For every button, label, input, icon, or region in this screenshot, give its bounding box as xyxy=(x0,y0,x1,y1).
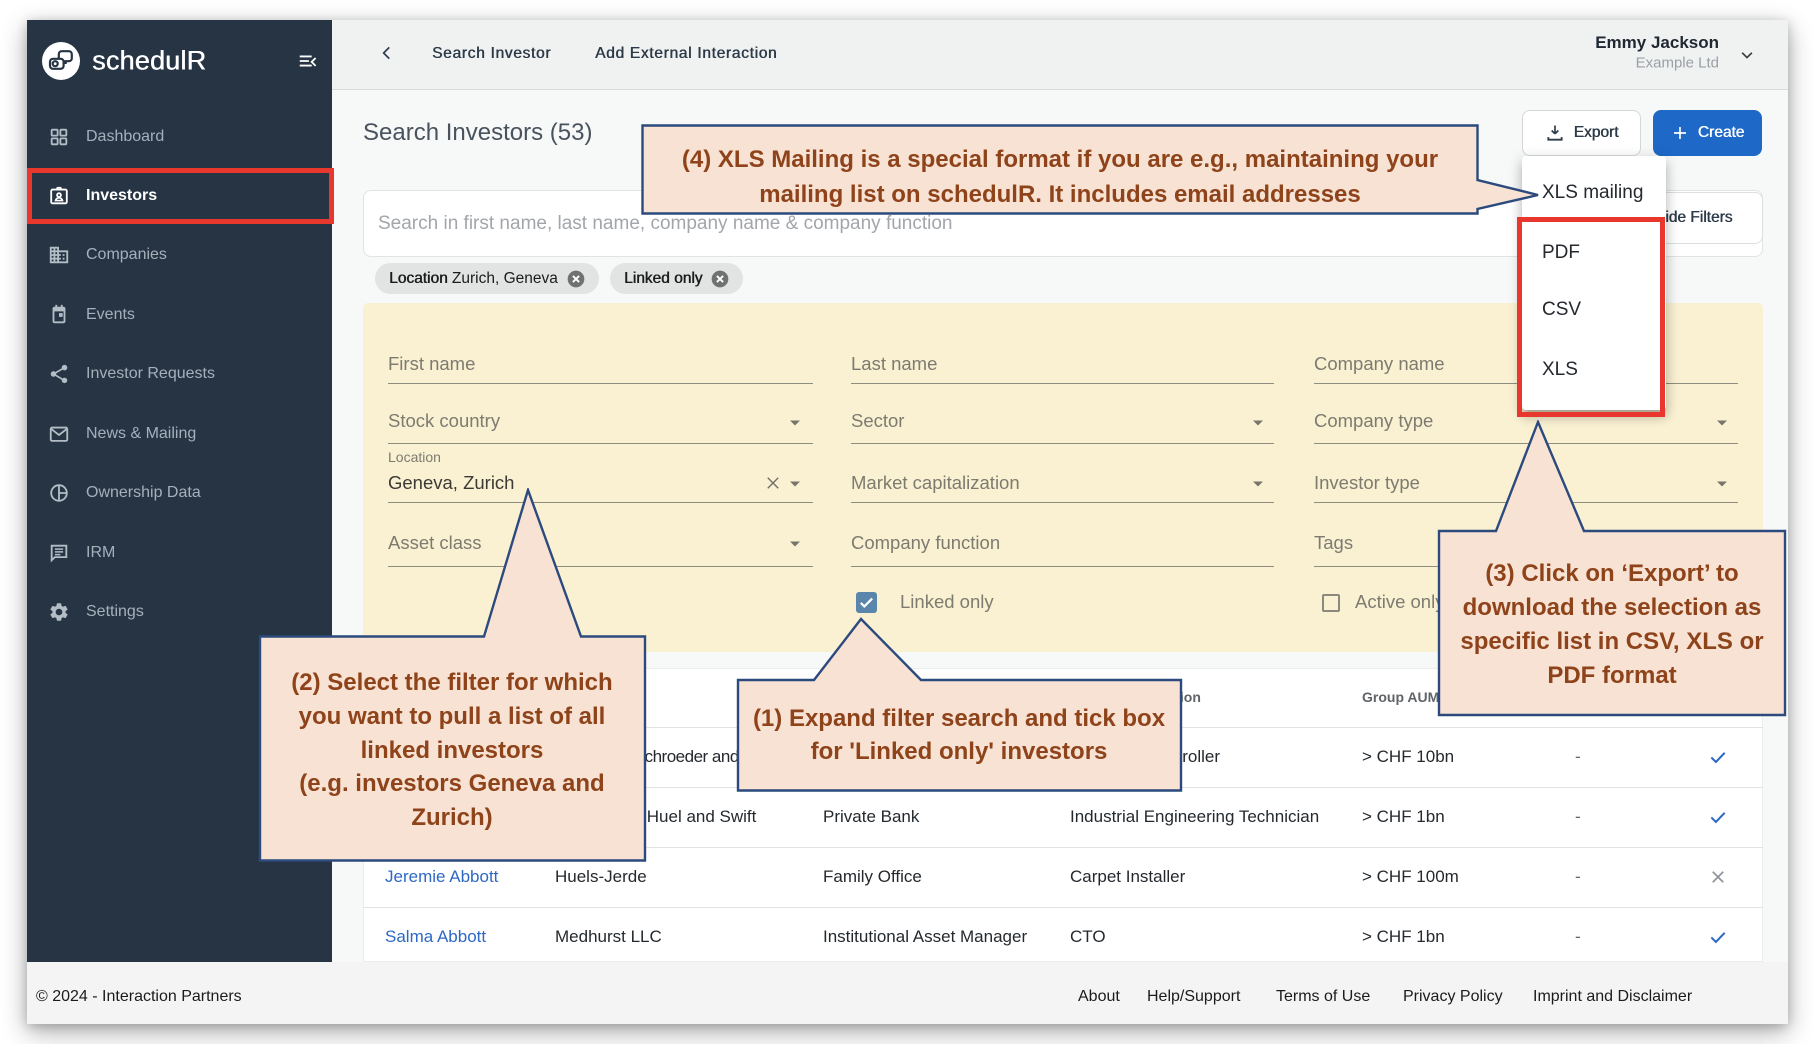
svg-text:(1) Expand filter search and t: (1) Expand filter search and tick box xyxy=(753,705,1166,732)
svg-text:(2) Select the filter for whic: (2) Select the filter for which xyxy=(291,669,612,696)
svg-text:for 'Linked only' investors: for 'Linked only' investors xyxy=(811,738,1108,765)
svg-text:Zurich): Zurich) xyxy=(411,804,492,831)
svg-text:you want to pull a list of all: you want to pull a list of all xyxy=(299,703,606,730)
svg-text:download the selection as: download the selection as xyxy=(1463,594,1762,621)
svg-text:linked investors: linked investors xyxy=(361,737,544,764)
svg-text:PDF format: PDF format xyxy=(1547,662,1676,689)
svg-text:(e.g. investors Geneva and: (e.g. investors Geneva and xyxy=(299,770,604,797)
svg-text:mailing list on schedulR. It i: mailing list on schedulR. It includes em… xyxy=(759,181,1361,208)
svg-text:specific list in CSV, XLS or: specific list in CSV, XLS or xyxy=(1460,628,1763,655)
svg-text:(4) XLS Mailing is a special f: (4) XLS Mailing is a special format if y… xyxy=(682,146,1438,173)
svg-text:(3) Click on ‘Export’ to: (3) Click on ‘Export’ to xyxy=(1485,560,1738,587)
